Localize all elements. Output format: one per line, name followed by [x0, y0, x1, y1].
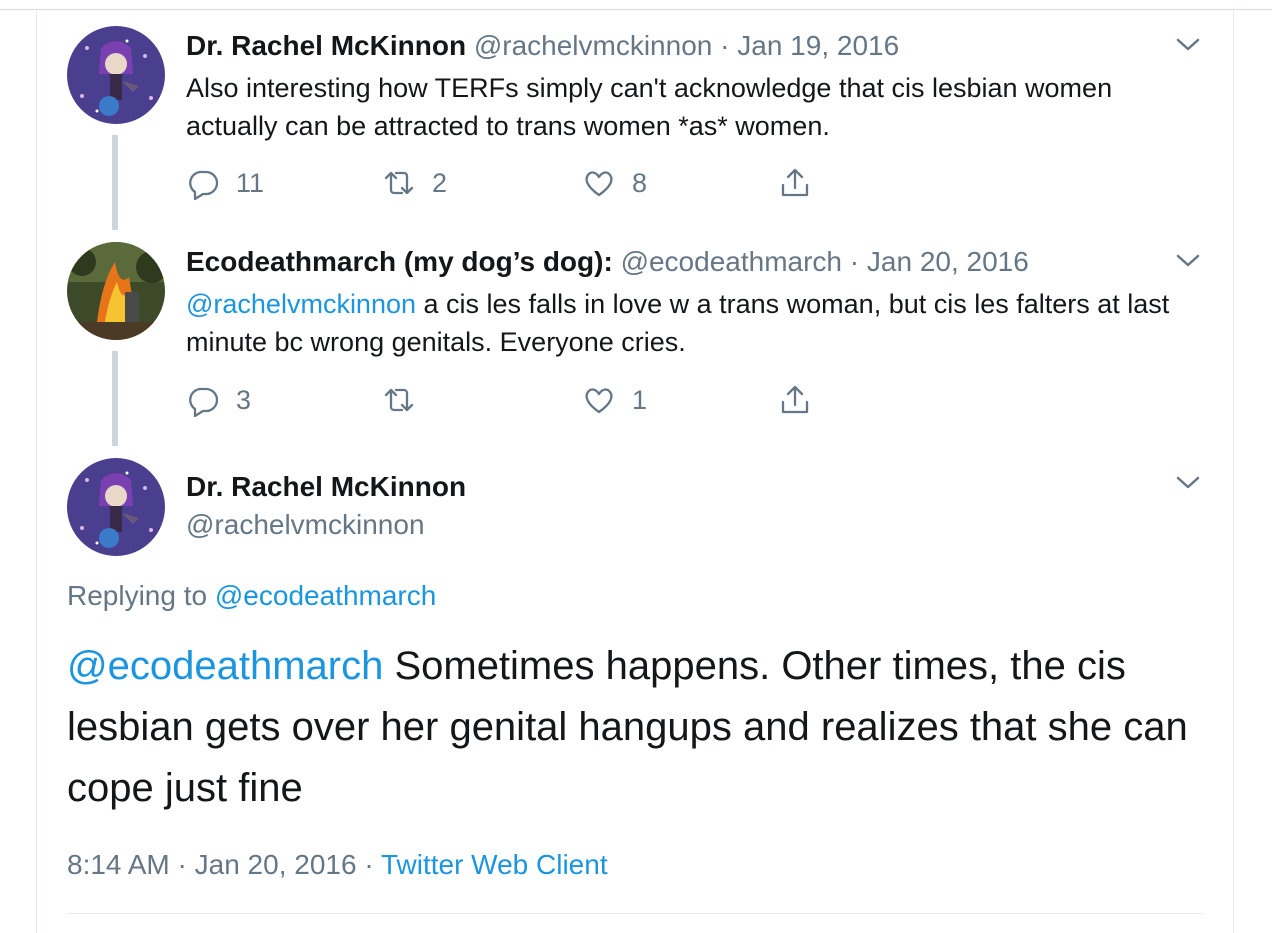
source-client-link[interactable]: Twitter Web Client	[381, 849, 608, 880]
mention-link[interactable]: @ecodeathmarch	[67, 644, 383, 688]
separator: ·	[849, 246, 860, 277]
tweet-date[interactable]: Jan 20, 2016	[195, 849, 357, 880]
share-button[interactable]	[778, 380, 812, 420]
replying-handle-link[interactable]: @ecodeathmarch	[215, 580, 436, 611]
display-name[interactable]: Dr. Rachel McKinnon	[186, 470, 466, 504]
separator: ·	[364, 849, 374, 880]
bottom-divider	[67, 913, 1203, 914]
avatar[interactable]	[67, 26, 165, 124]
tweet-text: @rachelvmckinnon a cis les falls in love…	[186, 285, 1186, 361]
tweet-date[interactable]: Jan 20, 2016	[867, 246, 1029, 277]
like-count: 1	[632, 384, 648, 415]
replying-to: Replying to @ecodeathmarch	[67, 579, 436, 613]
tweet-text: Also interesting how TERFs simply can't …	[186, 73, 1113, 141]
chevron-down-icon[interactable]	[1175, 474, 1201, 492]
reply-button[interactable]: 3	[186, 380, 251, 420]
tweet-actions: 11 2 8	[186, 163, 826, 203]
reply-icon	[189, 387, 219, 417]
top-divider	[0, 9, 1272, 10]
display-name[interactable]: Ecodeathmarch (my dog’s dog):	[186, 246, 613, 277]
thread-line	[112, 351, 118, 446]
separator: ·	[177, 849, 187, 880]
tweet-header: Dr. Rachel McKinnon @rachelvmckinnon · J…	[186, 29, 899, 63]
share-icon	[781, 168, 809, 197]
avatar[interactable]	[67, 242, 165, 340]
tweet-meta: 8:14 AM · Jan 20, 2016 · Twitter Web Cli…	[67, 848, 608, 882]
separator: ·	[720, 30, 730, 61]
retweet-icon	[384, 388, 414, 412]
replying-label: Replying to	[67, 580, 208, 611]
handle[interactable]: @rachelvmckinnon	[186, 508, 425, 542]
chevron-down-icon[interactable]	[1175, 252, 1201, 270]
mention-link[interactable]: @rachelvmckinnon	[186, 289, 416, 319]
retweet-icon	[384, 171, 414, 195]
tweet-date[interactable]: Jan 19, 2016	[737, 30, 899, 61]
main-tweet-text: @ecodeathmarch Sometimes happens. Other …	[67, 636, 1217, 819]
share-icon	[781, 385, 809, 414]
tweet-time[interactable]: 8:14 AM	[67, 849, 170, 880]
like-count: 8	[632, 167, 648, 198]
like-icon	[585, 171, 613, 197]
avatar[interactable]	[67, 458, 165, 556]
display-name[interactable]: Dr. Rachel McKinnon	[186, 30, 466, 61]
column-border-left	[36, 10, 37, 933]
chevron-down-icon[interactable]	[1175, 36, 1201, 54]
reply-count: 3	[236, 384, 252, 415]
column-border-right	[1233, 10, 1234, 933]
like-button[interactable]: 1	[582, 380, 647, 420]
like-icon	[585, 388, 613, 414]
retweet-button[interactable]	[382, 380, 432, 420]
handle[interactable]: @rachelvmckinnon	[474, 30, 713, 61]
retweet-count: 2	[432, 167, 448, 198]
reply-count: 11	[236, 167, 265, 198]
retweet-button[interactable]: 2	[382, 163, 447, 203]
like-button[interactable]: 8	[582, 163, 647, 203]
reply-button[interactable]: 11	[186, 163, 264, 203]
tweet-actions: 3 1	[186, 380, 826, 420]
tweet-header: Ecodeathmarch (my dog’s dog): @ecodeathm…	[186, 245, 1029, 279]
share-button[interactable]	[778, 163, 812, 203]
handle[interactable]: @ecodeathmarch	[621, 246, 842, 277]
reply-icon	[189, 170, 219, 200]
thread-line	[112, 135, 118, 230]
